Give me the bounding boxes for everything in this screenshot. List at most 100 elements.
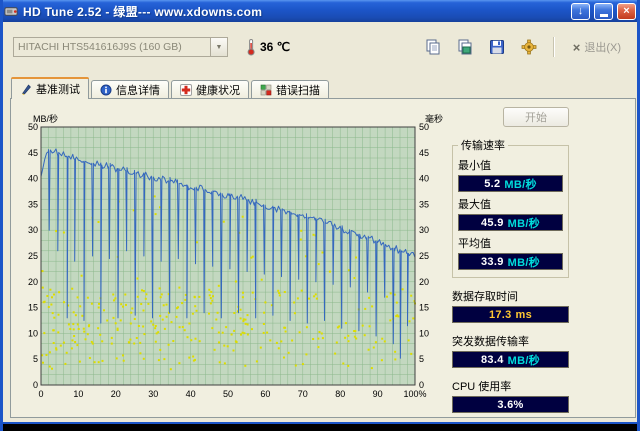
svg-text:35: 35: [419, 199, 429, 209]
scan-grid-icon: [260, 84, 272, 96]
thermometer-icon: [246, 38, 256, 56]
minimum-label: 最小值: [458, 160, 491, 172]
chevron-down-icon: ▼: [210, 38, 227, 56]
toolbar: HITACHI HTS541616J9S (160 GB) ▼ 36 ℃ × 退…: [7, 24, 633, 70]
average-value: 33.9: [481, 255, 504, 268]
health-cross-icon: [180, 84, 192, 96]
svg-text:70: 70: [298, 389, 308, 399]
tab-info[interactable]: 信息详情: [91, 80, 169, 99]
svg-text:15: 15: [419, 303, 429, 313]
tab-benchmark[interactable]: 基准测试: [11, 77, 89, 99]
burst-rate-unit: MB/秒: [507, 354, 540, 367]
titlebar: HD Tune 2.52 - 绿盟--- www.xdowns.com ↓ ×: [3, 0, 637, 22]
average-unit: MB/秒: [507, 256, 540, 269]
svg-text:30: 30: [148, 389, 158, 399]
svg-text:80: 80: [335, 389, 345, 399]
svg-text:60: 60: [260, 389, 270, 399]
svg-text:40: 40: [28, 174, 38, 184]
benchmark-tab-page: 0 0 5 5 10 10 15 15 20 20 25 25 30 30 35 35 40 40 45 45 50 50…: [10, 98, 636, 418]
close-button[interactable]: ×: [617, 2, 636, 20]
exit-x-icon: ×: [572, 39, 581, 55]
download-arrow-icon: ↓: [577, 4, 584, 17]
svg-text:40: 40: [419, 174, 429, 184]
tab-strip: 基准测试 信息详情 健康状况 错误扫描: [11, 77, 331, 99]
exit-button[interactable]: × 退出(X): [567, 37, 627, 57]
tab-health-label: 健康状况: [196, 85, 240, 97]
exit-button-label: 退出(X): [584, 42, 621, 54]
svg-text:5: 5: [419, 354, 424, 364]
average-value-box: 33.9 MB/秒: [458, 253, 563, 270]
app-icon: [4, 4, 19, 19]
cpu-usage-value-box: 3.6%: [452, 396, 569, 413]
hd-tune-window: HD Tune 2.52 - 绿盟--- www.xdowns.com ↓ × …: [0, 0, 640, 431]
cpu-usage-label: CPU 使用率: [452, 381, 512, 393]
svg-text:5: 5: [33, 354, 38, 364]
svg-text:10: 10: [419, 328, 429, 338]
svg-text:30: 30: [28, 225, 38, 235]
svg-text:20: 20: [419, 277, 429, 287]
svg-text:20: 20: [28, 277, 38, 287]
burst-rate-value-box: 83.4 MB/秒: [452, 351, 569, 368]
svg-text:40: 40: [186, 389, 196, 399]
close-icon: ×: [623, 4, 630, 17]
maximum-label: 最大值: [458, 199, 491, 211]
svg-text:25: 25: [419, 251, 429, 261]
svg-text:100%: 100%: [403, 389, 426, 399]
copy-screenshot-button[interactable]: [421, 36, 445, 58]
svg-text:15: 15: [28, 303, 38, 313]
minimum-value-box: 5.2 MB/秒: [458, 175, 563, 192]
temperature-display: 36 ℃: [246, 38, 290, 56]
window-title: HD Tune 2.52 - 绿盟--- www.xdowns.com: [23, 4, 263, 19]
download-button[interactable]: ↓: [571, 2, 590, 20]
svg-text:10: 10: [73, 389, 83, 399]
svg-text:毫秒: 毫秒: [425, 113, 443, 124]
svg-text:0: 0: [33, 380, 38, 390]
access-time-unit: ms: [515, 308, 533, 321]
benchmark-chart: 0 0 5 5 10 10 15 15 20 20 25 25 30 30 35 35 40 40 45 45 50 50…: [13, 111, 445, 403]
maximum-unit: MB/秒: [507, 217, 540, 230]
svg-text:MB/秒: MB/秒: [33, 113, 58, 124]
save-screenshot-button[interactable]: [485, 36, 509, 58]
start-button[interactable]: 开始: [503, 107, 569, 127]
info-icon: [100, 84, 112, 96]
save-icon: [488, 38, 506, 56]
tab-health[interactable]: 健康状况: [171, 80, 249, 99]
maximum-value-box: 45.9 MB/秒: [458, 214, 563, 231]
window-bottom-edge: [3, 422, 637, 431]
access-time-value-box: 17.3 ms: [452, 306, 569, 323]
minimum-value: 5.2: [484, 177, 501, 190]
toolbar-separator: [552, 37, 555, 57]
svg-text:45: 45: [419, 148, 429, 158]
benchmark-chart-svg: 0 05 510 1015 1520 2025 2530 3035 3540 4045 4550 50…: [28, 113, 443, 399]
gear-icon: [520, 38, 538, 56]
maximum-value: 45.9: [481, 216, 504, 229]
tab-error-scan[interactable]: 错误扫描: [251, 80, 329, 99]
svg-text:50: 50: [223, 389, 233, 399]
temperature-value: 36 ℃: [260, 40, 291, 54]
results-panel: 开始 传输速率 最小值 5.2 MB/秒 最大值 45.9 MB/秒 平均值 3…: [452, 103, 569, 413]
burst-rate-label: 突发数据传输率: [452, 336, 529, 348]
transfer-rate-group: 传输速率 最小值 5.2 MB/秒 最大值 45.9 MB/秒 平均值 33.9…: [452, 137, 569, 278]
svg-text:35: 35: [28, 199, 38, 209]
minimum-unit: MB/秒: [504, 178, 537, 191]
access-time-value: 17.3: [488, 308, 512, 321]
svg-text:0: 0: [38, 389, 43, 399]
svg-text:30: 30: [419, 225, 429, 235]
access-time-label: 数据存取时间: [452, 291, 518, 303]
drive-select-value: HITACHI HTS541616J9S (160 GB): [18, 41, 182, 53]
copy-text-button[interactable]: [453, 36, 477, 58]
svg-text:10: 10: [28, 328, 38, 338]
benchmark-icon: [20, 83, 32, 95]
options-button[interactable]: [517, 36, 541, 58]
drive-select[interactable]: HITACHI HTS541616J9S (160 GB) ▼: [13, 37, 228, 57]
copy-icon: [424, 38, 442, 56]
tab-info-label: 信息详情: [116, 85, 160, 97]
cpu-usage-value: 3.6%: [497, 398, 524, 411]
transfer-rate-group-title: 传输速率: [461, 140, 505, 152]
minimize-button[interactable]: [594, 2, 613, 20]
svg-text:45: 45: [28, 148, 38, 158]
copy-file-icon: [456, 38, 474, 56]
burst-rate-value: 83.4: [481, 353, 504, 366]
tab-benchmark-label: 基准测试: [36, 83, 80, 96]
average-label: 平均值: [458, 238, 491, 250]
